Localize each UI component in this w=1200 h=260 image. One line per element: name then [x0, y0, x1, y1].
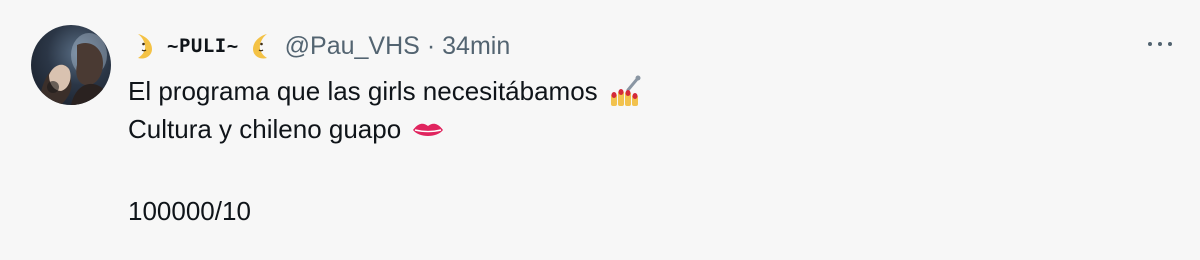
timestamp[interactable]: 34min — [442, 32, 510, 61]
tweet-text-line: Cultura y chileno guapo — [128, 114, 445, 145]
nail-polish-icon — [610, 75, 641, 106]
lips-icon — [413, 123, 444, 136]
tweet-text-line: El programa que las girls necesitábamos — [128, 74, 642, 108]
crescent-moon-face-icon — [138, 34, 152, 59]
tweet-text: Cultura y chileno guapo — [128, 114, 402, 144]
display-name[interactable]: ~PULI~ — [167, 35, 239, 57]
avatar[interactable] — [31, 25, 111, 105]
crescent-moon-face-icon — [252, 34, 267, 59]
tweet-text-line: 100000/10 — [128, 196, 251, 227]
avatar-image — [39, 33, 111, 105]
tweet-header: ~PULI~ @Pau_VHS · 34min — [128, 28, 510, 64]
user-handle[interactable]: @Pau_VHS — [285, 32, 420, 61]
tweet[interactable]: ~PULI~ @Pau_VHS · 34min El programa que … — [0, 0, 1200, 260]
tweet-text: 100000/10 — [128, 196, 251, 226]
tweet-text: El programa que las girls necesitábamos — [128, 75, 598, 106]
separator-dot: · — [426, 31, 436, 60]
more-options-icon[interactable] — [1148, 32, 1172, 56]
